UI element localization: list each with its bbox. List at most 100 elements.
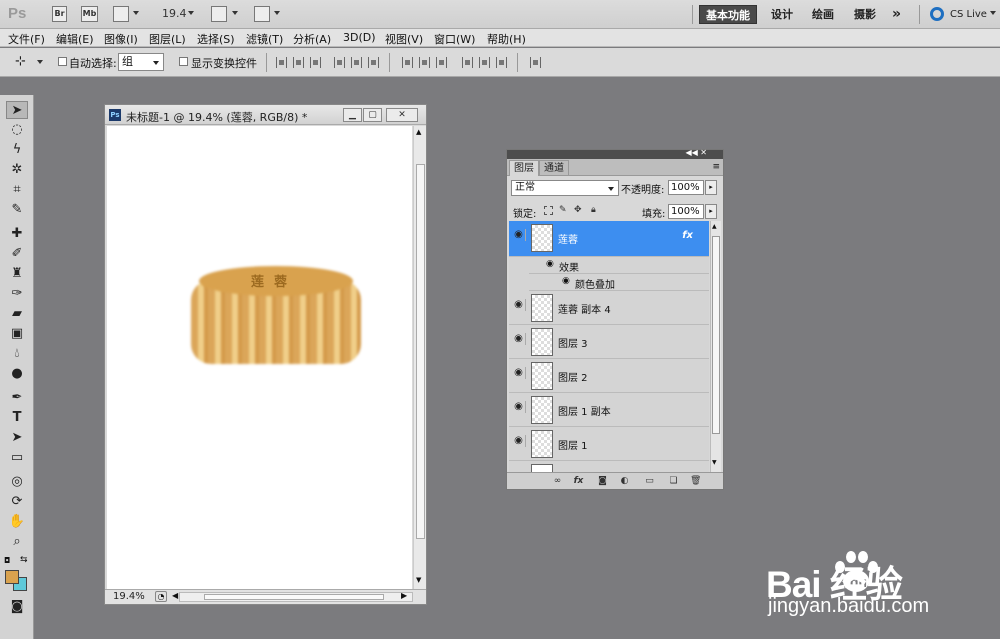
menu-3d[interactable]: 3D(D) bbox=[343, 31, 376, 44]
chevron-down-icon[interactable] bbox=[188, 11, 194, 15]
3d-rotate-tool-icon[interactable]: ◎ bbox=[6, 473, 28, 491]
visibility-eye-icon[interactable]: ◉ bbox=[512, 299, 526, 311]
fill-slider-button[interactable]: ▸ bbox=[705, 204, 717, 219]
horizontal-scrollbar[interactable] bbox=[179, 592, 413, 602]
healing-brush-tool-icon[interactable]: ✚ bbox=[6, 225, 28, 243]
color-overlay-row[interactable]: ◉ 颜色叠加 bbox=[529, 274, 709, 291]
maximize-button[interactable]: ▢ bbox=[363, 108, 382, 122]
marquee-tool-icon[interactable]: ◌ bbox=[6, 121, 28, 139]
gradient-tool-icon[interactable]: ▣ bbox=[6, 325, 28, 343]
scroll-up-icon[interactable]: ▲ bbox=[712, 223, 717, 230]
zoom-level[interactable]: 19.4 bbox=[162, 7, 187, 20]
lock-pixels-icon[interactable]: ✎ bbox=[559, 206, 568, 215]
distribute-left-icon[interactable] bbox=[462, 57, 473, 68]
magic-wand-tool-icon[interactable]: ✲ bbox=[6, 161, 28, 179]
default-colors-icon[interactable]: ◘ bbox=[4, 556, 10, 565]
distribute-vcenter-icon[interactable] bbox=[419, 57, 430, 68]
vertical-scrollbar[interactable]: ▲ ▼ bbox=[413, 126, 426, 589]
menu-image[interactable]: 图像(I) bbox=[104, 31, 138, 47]
chevron-down-icon[interactable] bbox=[133, 11, 139, 15]
layers-scrollbar[interactable]: ▲ ▼ bbox=[710, 221, 721, 472]
chevron-down-icon[interactable] bbox=[232, 11, 238, 15]
workspace-design[interactable]: 设计 bbox=[765, 5, 799, 24]
new-group-icon[interactable]: ▭ bbox=[644, 476, 655, 486]
fill-input[interactable]: 100% bbox=[668, 204, 704, 219]
menu-select[interactable]: 选择(S) bbox=[197, 31, 235, 47]
scroll-thumb[interactable] bbox=[416, 164, 425, 539]
menu-analysis[interactable]: 分析(A) bbox=[293, 31, 331, 47]
type-tool-icon[interactable]: T bbox=[6, 409, 28, 427]
menu-window[interactable]: 窗口(W) bbox=[434, 31, 475, 47]
new-layer-icon[interactable]: ❏ bbox=[668, 476, 679, 486]
workspace-painting[interactable]: 绘画 bbox=[806, 5, 840, 24]
layer-row[interactable] bbox=[509, 461, 709, 472]
scroll-left-icon[interactable]: ◀ bbox=[172, 591, 178, 600]
scroll-up-icon[interactable]: ▲ bbox=[416, 128, 421, 136]
menu-help[interactable]: 帮助(H) bbox=[487, 31, 526, 47]
scroll-thumb[interactable] bbox=[712, 236, 720, 434]
opacity-input[interactable]: 100% bbox=[668, 180, 704, 195]
screen-mode-icon[interactable] bbox=[254, 6, 270, 22]
scroll-thumb[interactable] bbox=[204, 594, 384, 600]
visibility-eye-icon[interactable]: ◉ bbox=[512, 333, 526, 345]
layer-row[interactable]: ◉ 图层 2 bbox=[509, 359, 709, 393]
auto-select-dropdown[interactable]: 组 bbox=[118, 53, 164, 71]
layer-row[interactable]: ◉ 图层 1 bbox=[509, 427, 709, 461]
layer-row[interactable]: ◉ 莲蓉 fx bbox=[509, 221, 709, 257]
eyedropper-tool-icon[interactable]: ✎ bbox=[6, 201, 28, 219]
menu-edit[interactable]: 编辑(E) bbox=[56, 31, 94, 47]
minimize-button[interactable]: ▁ bbox=[343, 108, 362, 122]
layer-row[interactable]: ◉ 图层 1 副本 bbox=[509, 393, 709, 427]
workspace-essentials[interactable]: 基本功能 bbox=[699, 5, 757, 24]
blur-tool-icon[interactable]: 💧︎ bbox=[6, 345, 28, 363]
document-title-bar[interactable]: Ps 未标题-1 @ 19.4% (莲蓉, RGB/8) * ▁ ▢ ✕ bbox=[105, 105, 426, 125]
align-bottom-icon[interactable] bbox=[310, 57, 321, 68]
clone-stamp-tool-icon[interactable]: ♜ bbox=[6, 265, 28, 283]
close-button[interactable]: ✕ bbox=[386, 108, 418, 122]
status-info-icon[interactable]: ◔ bbox=[155, 591, 167, 602]
distribute-top-icon[interactable] bbox=[402, 57, 413, 68]
lock-position-icon[interactable]: ✥ bbox=[574, 206, 583, 215]
lock-all-icon[interactable]: 🔒︎ bbox=[591, 206, 600, 215]
align-left-icon[interactable] bbox=[334, 57, 345, 68]
visibility-eye-icon[interactable]: ◉ bbox=[512, 435, 526, 447]
tab-layers[interactable]: 图层 bbox=[509, 160, 539, 176]
foreground-color-swatch[interactable] bbox=[5, 570, 19, 584]
cs-live-button[interactable]: CS Live bbox=[944, 5, 993, 24]
chevron-down-icon[interactable] bbox=[274, 11, 280, 15]
opacity-slider-button[interactable]: ▸ bbox=[705, 180, 717, 195]
scroll-right-icon[interactable]: ▶ bbox=[401, 591, 407, 600]
pen-tool-icon[interactable]: ✒ bbox=[6, 389, 28, 407]
document-zoom[interactable]: 19.4% bbox=[113, 591, 145, 602]
align-vcenter-icon[interactable] bbox=[293, 57, 304, 68]
fx-icon[interactable]: fx bbox=[682, 230, 693, 241]
auto-select-checkbox[interactable] bbox=[58, 57, 67, 66]
layer-row[interactable]: ◉ 莲蓉 副本 4 bbox=[509, 291, 709, 325]
shape-tool-icon[interactable]: ▭ bbox=[6, 449, 28, 467]
distribute-hcenter-icon[interactable] bbox=[479, 57, 490, 68]
layer-row[interactable]: ◉ 图层 3 bbox=[509, 325, 709, 359]
bridge-button[interactable]: Br bbox=[52, 6, 67, 22]
image-canvas[interactable]: 莲蓉 bbox=[107, 126, 412, 589]
path-selection-tool-icon[interactable]: ➤ bbox=[6, 429, 28, 447]
menu-file[interactable]: 文件(F) bbox=[8, 31, 45, 47]
workspace-photography[interactable]: 摄影 bbox=[848, 5, 882, 24]
visibility-eye-icon[interactable]: ◉ bbox=[546, 259, 554, 269]
history-brush-tool-icon[interactable]: ✑ bbox=[6, 285, 28, 303]
blend-mode-select[interactable]: 正常 bbox=[511, 180, 619, 196]
swap-colors-icon[interactable]: ⇆ bbox=[20, 555, 28, 565]
link-layers-icon[interactable]: ∞ bbox=[552, 476, 563, 486]
effects-row[interactable]: ◉ 效果 bbox=[529, 257, 709, 274]
visibility-eye-icon[interactable]: ◉ bbox=[562, 276, 570, 286]
view-extras-icon[interactable] bbox=[113, 6, 129, 22]
dodge-tool-icon[interactable]: ● bbox=[6, 365, 28, 383]
add-style-icon[interactable]: fx bbox=[573, 476, 584, 486]
tab-channels[interactable]: 通道 bbox=[539, 160, 569, 176]
panel-header[interactable]: ◀◀ ✕ bbox=[507, 148, 723, 159]
adjustment-layer-icon[interactable]: ◐ bbox=[619, 476, 630, 486]
menu-view[interactable]: 视图(V) bbox=[385, 31, 423, 47]
menu-filter[interactable]: 滤镜(T) bbox=[246, 31, 283, 47]
chevron-down-icon[interactable] bbox=[37, 60, 43, 64]
chevron-down-icon[interactable] bbox=[990, 11, 996, 15]
visibility-eye-icon[interactable]: ◉ bbox=[512, 229, 526, 241]
